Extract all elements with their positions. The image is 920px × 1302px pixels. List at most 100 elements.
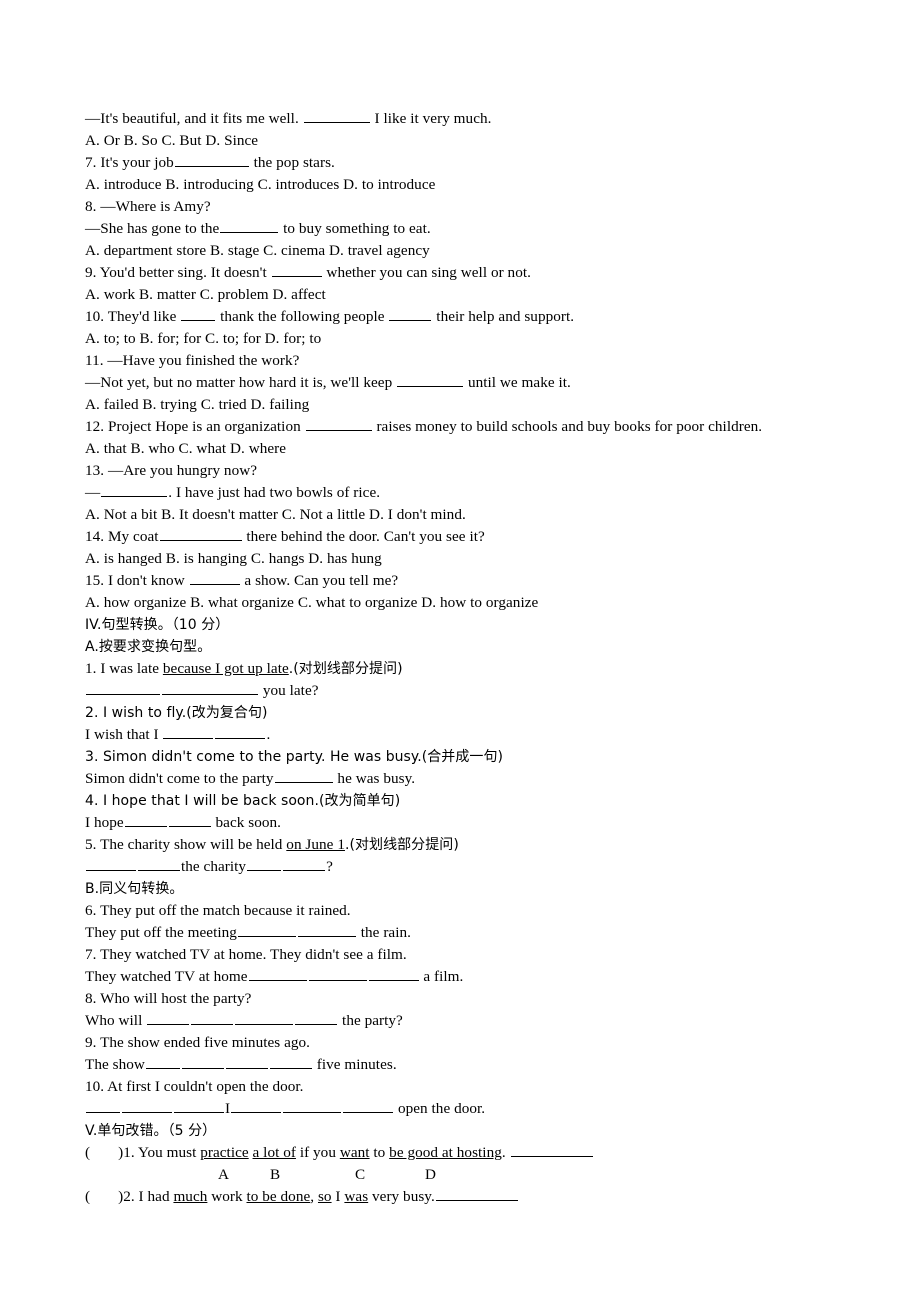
blank-iv-b8-4[interactable] (295, 1010, 338, 1025)
q7-tail-text: the pop stars. (249, 154, 335, 171)
blank-iv-b7-1[interactable] (248, 966, 307, 981)
blank-q6[interactable] (303, 108, 370, 123)
blank-q13[interactable] (101, 482, 168, 497)
blank-iv-a3[interactable] (274, 768, 333, 783)
question-8-stem-line2: —She has gone to the to buy something to… (85, 218, 845, 240)
blank-iv-b9-1[interactable] (145, 1054, 180, 1069)
blank-iv-b8-3[interactable] (235, 1010, 294, 1025)
blank-iv-a1-2[interactable] (162, 680, 258, 695)
iv-b10-prompt: 10. At first I couldn't open the door. (85, 1078, 304, 1095)
iv-a5-prompt: 5. The charity show will be held on June… (85, 834, 845, 856)
blank-iv-a5-1[interactable] (86, 856, 136, 871)
v-q1-choice-c[interactable]: want (340, 1144, 370, 1161)
iv-a4-answer: I hope back soon. (85, 812, 845, 834)
iv-a3-post: he was busy. (333, 770, 416, 787)
blank-q15[interactable] (189, 570, 240, 585)
blank-iv-a1-1[interactable] (86, 680, 160, 695)
v-q2-answer-box[interactable] (91, 1187, 117, 1201)
blank-iv-a2-1[interactable] (163, 724, 214, 739)
blank-iv-b10-3[interactable] (174, 1098, 224, 1113)
iv-b6-pre: They put off the meeting (85, 924, 237, 941)
blank-v-q1-correction[interactable] (510, 1142, 593, 1157)
blank-q7[interactable] (174, 152, 249, 167)
iv-b10-answer: I open the door. (85, 1098, 845, 1120)
v-q2-choice-a[interactable]: much (173, 1188, 207, 1205)
blank-q9[interactable] (271, 262, 322, 277)
question-8-options: A. department store B. stage C. cinema D… (85, 242, 430, 259)
iv-a1-post: .(对划线部分提问) (288, 661, 403, 677)
question-7-options: A. introduce B. introducing C. introduce… (85, 176, 436, 193)
blank-q14[interactable] (159, 526, 242, 541)
blank-iv-b6-1[interactable] (237, 922, 296, 937)
blank-iv-b10-5[interactable] (283, 1098, 342, 1113)
v-q1-choice-a[interactable]: practice (200, 1144, 248, 1161)
blank-iv-a5-3[interactable] (247, 856, 282, 871)
worksheet-body: —It's beautiful, and it fits me well. I … (85, 108, 845, 1208)
blank-iv-a4-1[interactable] (124, 812, 167, 827)
iv-b7-prompt: 7. They watched TV at home. They didn't … (85, 946, 407, 963)
blank-iv-b7-2[interactable] (308, 966, 367, 981)
choice-label-d: D (425, 1166, 437, 1183)
v-q2-mid3: I (331, 1188, 345, 1205)
question-14-options: A. is hanged B. is hanging C. hangs D. h… (85, 550, 382, 567)
iv-a3-answer: Simon didn't come to the party he was bu… (85, 768, 845, 790)
iv-b9-pre: The show (85, 1056, 145, 1073)
section-v-heading: V.单句改错。（5 分） (85, 1123, 217, 1139)
q14-pre: 14. My coat (85, 528, 159, 545)
choice-label-a: A (218, 1166, 230, 1183)
blank-iv-b8-2[interactable] (191, 1010, 234, 1025)
question-12-stem: 12. Project Hope is an organization rais… (85, 416, 845, 438)
question-10-stem: 10. They'd like thank the following peop… (85, 306, 845, 328)
question-11-options: A. failed B. trying C. tried D. failing (85, 396, 310, 413)
iv-a5-post: .(对划线部分提问) (344, 837, 459, 853)
blank-iv-b10-1[interactable] (86, 1098, 120, 1113)
iv-b7-post: a film. (419, 968, 464, 985)
blank-iv-b9-4[interactable] (269, 1054, 312, 1069)
blank-q12[interactable] (305, 416, 372, 431)
blank-q10-2[interactable] (389, 306, 432, 321)
v-q2-choice-d[interactable]: was (344, 1188, 368, 1205)
iv-a1-underlined: because I got up late (162, 660, 289, 677)
blank-iv-b10-4[interactable] (231, 1098, 282, 1113)
blank-iv-a5-4[interactable] (283, 856, 326, 871)
q10-post: their help and support. (432, 308, 575, 325)
blank-iv-a4-2[interactable] (168, 812, 211, 827)
iv-b7-pre: They watched TV at home (85, 968, 248, 985)
v-q1-choice-d[interactable]: be good at hosting (389, 1144, 502, 1161)
v-q1-answer-box[interactable] (91, 1143, 117, 1157)
question-8-stem: 8. —Where is Amy? (85, 198, 211, 215)
iv-b8-answer: Who will the party? (85, 1010, 845, 1032)
blank-iv-b7-3[interactable] (368, 966, 419, 981)
blank-q10-1[interactable] (181, 306, 216, 321)
iv-b10-mid: I (225, 1100, 231, 1117)
q11-line2-post: until we make it. (464, 374, 571, 391)
question-10-options: A. to; to B. for; for C. to; for D. for;… (85, 330, 322, 347)
q13-dash: — (85, 484, 101, 501)
blank-iv-a5-2[interactable] (138, 856, 180, 871)
question-11-stem: 11. —Have you finished the work? (85, 352, 300, 369)
blank-iv-a2-2[interactable] (215, 724, 266, 739)
question-7-stem: 7. It's your job the pop stars. (85, 152, 845, 174)
iv-b8-prompt: 8. Who will host the party? (85, 990, 252, 1007)
q8-line2-post: to buy something to eat. (279, 220, 431, 237)
blank-iv-b9-2[interactable] (181, 1054, 224, 1069)
iv-a3-pre: Simon didn't come to the party (85, 770, 274, 787)
q13-line2-post: . I have just had two bowls of rice. (168, 484, 381, 501)
question-9-options: A. work B. matter C. problem D. affect (85, 286, 326, 303)
v-q2-choice-c[interactable]: so (318, 1188, 332, 1205)
v-q1-choice-b[interactable]: a lot of (253, 1144, 296, 1161)
blank-iv-b6-2[interactable] (297, 922, 356, 937)
blank-iv-b9-3[interactable] (225, 1054, 268, 1069)
section-iv-heading: IV.句型转换。（10 分） (85, 617, 230, 633)
v-q2-choice-b[interactable]: to be done (247, 1188, 311, 1205)
blank-q11[interactable] (397, 372, 464, 387)
question-9-stem: 9. You'd better sing. It doesn't whether… (85, 262, 845, 284)
q6-tail-text: I like it very much. (370, 110, 492, 127)
iv-b9-prompt: 9. The show ended five minutes ago. (85, 1034, 311, 1051)
blank-iv-b10-6[interactable] (343, 1098, 394, 1113)
blank-iv-b8-1[interactable] (147, 1010, 190, 1025)
blank-q8[interactable] (220, 218, 279, 233)
blank-iv-b10-2[interactable] (122, 1098, 172, 1113)
blank-v-q2-correction[interactable] (435, 1186, 518, 1201)
iv-a4-pre: I hope (85, 814, 124, 831)
